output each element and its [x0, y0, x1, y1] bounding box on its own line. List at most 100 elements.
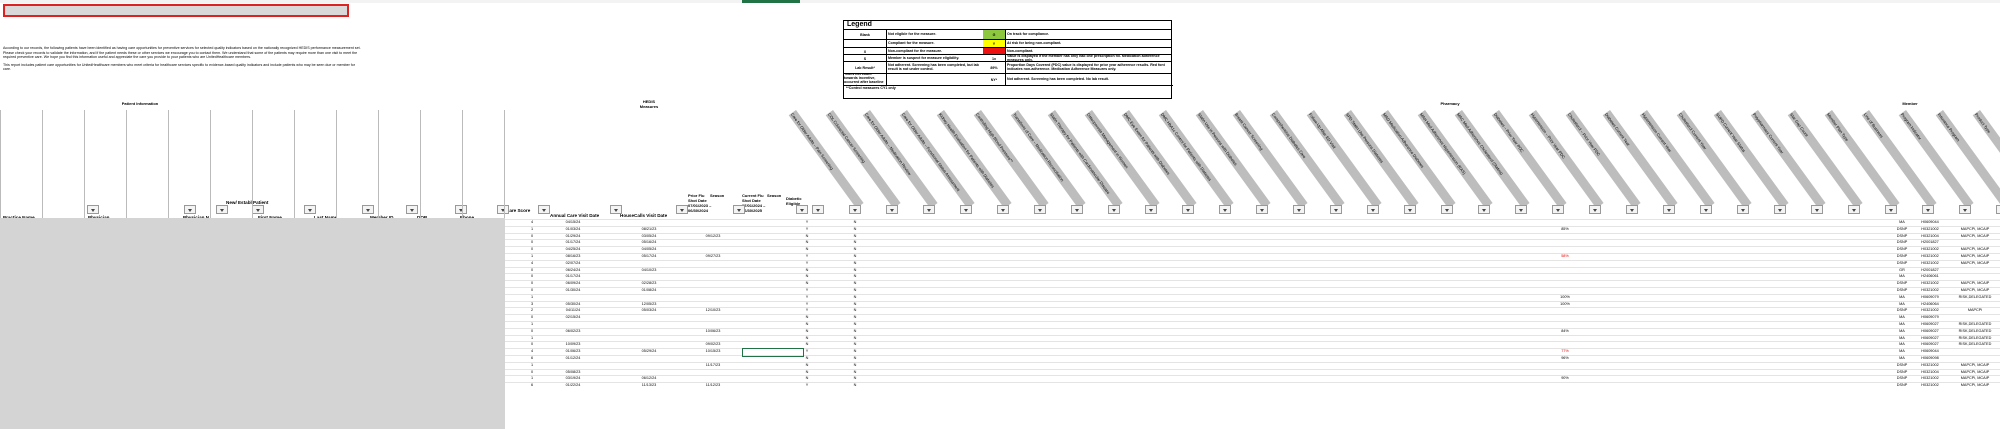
table-cell[interactable]: 1 [524, 362, 540, 369]
table-cell[interactable]: DSNP [1890, 287, 1914, 294]
table-cell[interactable]: N [848, 314, 862, 321]
filter-dropdown-button[interactable] [960, 205, 972, 214]
table-cell[interactable]: N [848, 321, 862, 328]
filter-dropdown-button[interactable] [1922, 205, 1934, 214]
table-cell[interactable] [744, 219, 784, 226]
table-cell[interactable]: N [848, 375, 862, 382]
table-cell[interactable]: N [848, 307, 862, 314]
table-cell[interactable] [688, 273, 738, 280]
table-cell[interactable]: MAPCPi, MCAIP [1950, 246, 2000, 253]
table-cell[interactable] [744, 239, 784, 246]
table-cell[interactable]: 06/09/24 [548, 280, 598, 287]
table-cell[interactable]: H0321002 [1912, 280, 1948, 287]
table-cell[interactable]: N [848, 362, 862, 369]
table-cell[interactable] [1555, 369, 1575, 376]
table-cell[interactable]: 4 [524, 260, 540, 267]
table-cell[interactable]: MAPCPi, MCAIP [1950, 362, 2000, 369]
table-cell[interactable]: H2001827 [1912, 267, 1948, 274]
table-cell[interactable]: N [848, 273, 862, 280]
table-cell[interactable]: DSNP [1890, 239, 1914, 246]
table-cell[interactable]: DSNP [1890, 382, 1914, 389]
table-cell[interactable]: N [800, 369, 814, 376]
table-cell[interactable]: 58% [1555, 253, 1575, 260]
filter-dropdown-button[interactable] [216, 205, 228, 214]
table-cell[interactable] [744, 382, 784, 389]
table-cell[interactable]: 01/17/24 [548, 239, 598, 246]
table-cell[interactable]: 08/21/23 [620, 226, 678, 233]
table-cell[interactable] [744, 301, 784, 308]
table-cell[interactable] [688, 226, 738, 233]
table-cell[interactable] [744, 369, 784, 376]
filter-dropdown-button[interactable] [1367, 205, 1379, 214]
filter-dropdown-button[interactable] [1034, 205, 1046, 214]
table-cell[interactable]: 03/05/24 [620, 233, 678, 240]
table-cell[interactable]: H0609027 [1912, 335, 1948, 342]
table-cell[interactable]: N [800, 341, 814, 348]
table-cell[interactable]: MAPCPi, MCAIP [1950, 280, 2000, 287]
table-cell[interactable]: 1 [524, 321, 540, 328]
table-cell[interactable] [744, 335, 784, 342]
table-cell[interactable]: 0 [524, 280, 540, 287]
table-cell[interactable]: N [848, 355, 862, 362]
table-cell[interactable] [688, 321, 738, 328]
filter-dropdown-button[interactable] [538, 205, 550, 214]
table-cell[interactable] [548, 321, 598, 328]
filter-dropdown-button[interactable] [849, 205, 861, 214]
table-cell[interactable]: 6 [524, 382, 540, 389]
table-cell[interactable] [1555, 341, 1575, 348]
table-cell[interactable] [1555, 307, 1575, 314]
table-cell[interactable]: N [848, 280, 862, 287]
table-cell[interactable]: 10/09/23 [548, 341, 598, 348]
table-cell[interactable] [1950, 348, 2000, 355]
table-cell[interactable]: 1 [524, 335, 540, 342]
table-cell[interactable]: 0 [524, 246, 540, 253]
table-cell[interactable] [1555, 219, 1575, 226]
table-cell[interactable]: DSNP [1890, 246, 1914, 253]
table-cell[interactable] [1555, 280, 1575, 287]
table-cell[interactable]: 10/15/23 [688, 348, 738, 355]
table-cell[interactable] [1555, 233, 1575, 240]
table-cell[interactable] [1950, 219, 2000, 226]
table-cell[interactable] [744, 375, 784, 382]
table-cell[interactable]: 0 [524, 369, 540, 376]
table-cell[interactable]: 02/28/23 [620, 280, 678, 287]
table-cell[interactable] [688, 301, 738, 308]
table-cell[interactable] [1950, 355, 2000, 362]
table-cell[interactable]: MA [1890, 341, 1914, 348]
table-cell[interactable]: 04/05/24 [620, 246, 678, 253]
table-cell[interactable] [744, 273, 784, 280]
table-cell[interactable]: 96% [1555, 355, 1575, 362]
table-cell[interactable]: H0609098 [1912, 355, 1948, 362]
filter-dropdown-button[interactable] [997, 205, 1009, 214]
table-cell[interactable]: N [848, 328, 862, 335]
table-cell[interactable] [548, 335, 598, 342]
table-cell[interactable]: Y [800, 301, 814, 308]
table-cell[interactable] [744, 294, 784, 301]
filter-dropdown-button[interactable] [304, 205, 316, 214]
table-cell[interactable] [548, 362, 598, 369]
table-cell[interactable]: N [800, 362, 814, 369]
table-cell[interactable]: N [800, 335, 814, 342]
table-cell[interactable] [744, 287, 784, 294]
table-cell[interactable] [620, 260, 678, 267]
table-cell[interactable]: N [848, 239, 862, 246]
table-cell[interactable] [688, 246, 738, 253]
table-cell[interactable]: RISK,DELEGATED [1950, 335, 2000, 342]
table-cell[interactable]: N [800, 375, 814, 382]
table-cell[interactable]: 1 [524, 294, 540, 301]
filter-dropdown-button[interactable] [1219, 205, 1231, 214]
table-cell[interactable]: H0609079 [1912, 294, 1948, 301]
filter-dropdown-button[interactable] [1256, 205, 1268, 214]
table-cell[interactable]: 6 [524, 355, 540, 362]
table-cell[interactable]: N [848, 348, 862, 355]
table-cell[interactable] [620, 219, 678, 226]
table-cell[interactable] [688, 314, 738, 321]
table-cell[interactable]: H0321004 [1912, 233, 1948, 240]
table-cell[interactable]: 08/16/23 [548, 253, 598, 260]
table-cell[interactable] [548, 294, 598, 301]
filter-dropdown-button[interactable] [1441, 205, 1453, 214]
table-cell[interactable]: MAPCPi, MCAIP [1950, 226, 2000, 233]
table-cell[interactable]: MA [1890, 348, 1914, 355]
table-cell[interactable]: Y [800, 294, 814, 301]
table-cell[interactable]: N [800, 314, 814, 321]
